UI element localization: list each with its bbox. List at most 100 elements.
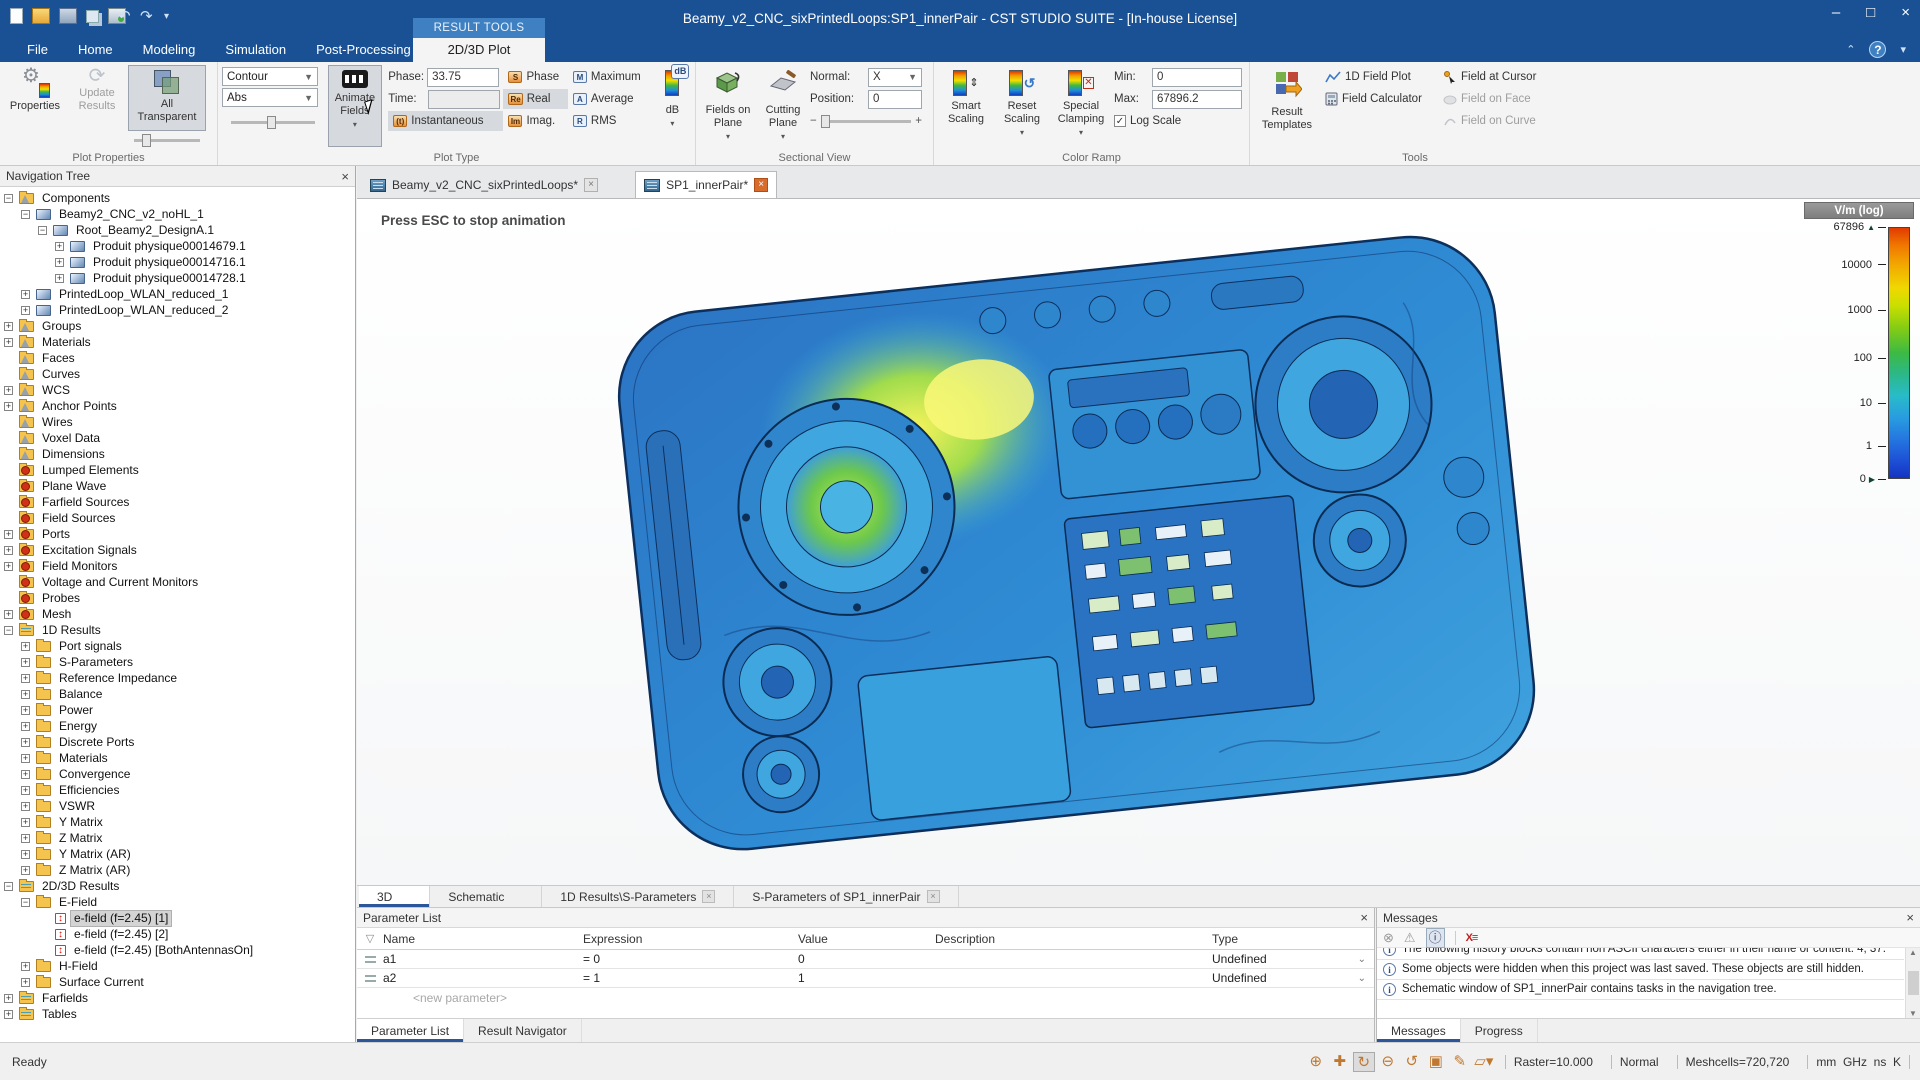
tree-item[interactable]: + Power: [0, 702, 355, 718]
restore[interactable]: □: [1866, 4, 1875, 21]
spin-icon[interactable]: ↺: [1401, 1052, 1423, 1072]
column-header-name[interactable]: Name: [383, 932, 583, 946]
tree-item[interactable]: + Ports: [0, 526, 355, 542]
tree-expander[interactable]: +: [21, 866, 30, 875]
view-tab[interactable]: S-Parameters of SP1_innerPair ×: [734, 886, 958, 907]
column-header-description[interactable]: Description: [935, 932, 1212, 946]
tree-expander[interactable]: +: [55, 274, 64, 283]
tree-item[interactable]: Dimensions: [0, 446, 355, 462]
filter-warnings-icon[interactable]: ⚠: [1404, 929, 1416, 947]
tree-item[interactable]: + H-Field: [0, 958, 355, 974]
scroll-up-icon[interactable]: ▲: [1909, 948, 1917, 957]
tree-item[interactable]: + VSWR: [0, 798, 355, 814]
tree-expander[interactable]: +: [21, 786, 30, 795]
imaginary-button[interactable]: ImImag.: [503, 111, 567, 131]
tree-expander[interactable]: +: [21, 754, 30, 763]
tree-expander[interactable]: +: [21, 770, 30, 779]
tree-expander[interactable]: −: [4, 626, 13, 635]
tree-expander[interactable]: −: [4, 882, 13, 891]
tree-item[interactable]: + PrintedLoop_WLAN_reduced_1: [0, 286, 355, 302]
fields-on-plane-button[interactable]: Fields on Plane ▾: [700, 65, 756, 147]
1d-field-plot-button[interactable]: 1D Field Plot: [1320, 67, 1438, 87]
filter-errors-icon[interactable]: ⊗: [1383, 929, 1394, 947]
filter-icon[interactable]: ▽: [357, 932, 383, 945]
help-dropdown-icon[interactable]: ▾: [1900, 43, 1906, 56]
parameter-expression[interactable]: = 0: [583, 952, 798, 966]
tree-item[interactable]: + Surface Current: [0, 974, 355, 990]
tree-expander[interactable]: +: [4, 610, 13, 619]
tree-expander[interactable]: −: [4, 194, 13, 203]
close-icon[interactable]: ×: [1906, 910, 1914, 925]
average-button[interactable]: AAverage: [568, 89, 654, 109]
close-icon[interactable]: ×: [341, 169, 349, 184]
filter-info-icon[interactable]: ⓘ: [1426, 928, 1445, 948]
tree-expander[interactable]: +: [21, 978, 30, 987]
tree-item[interactable]: − Beamy2_CNC_v2_noHL_1: [0, 206, 355, 222]
min-input[interactable]: 0: [1152, 68, 1242, 87]
tree-expander[interactable]: +: [4, 402, 13, 411]
plot-density-slider[interactable]: [231, 115, 315, 129]
time-input[interactable]: [428, 90, 500, 109]
rms-button[interactable]: RRMS: [568, 111, 654, 131]
reset-scaling-button[interactable]: ↺ Reset Scaling ▾: [994, 65, 1050, 147]
tree-item[interactable]: + Energy: [0, 718, 355, 734]
tree-item[interactable]: Probes: [0, 590, 355, 606]
tree-item[interactable]: Voxel Data: [0, 430, 355, 446]
tree-item[interactable]: + Anchor Points: [0, 398, 355, 414]
tree-expander[interactable]: +: [4, 546, 13, 555]
export-messages-icon[interactable]: X≡: [1466, 932, 1478, 944]
tree-item[interactable]: + Groups: [0, 318, 355, 334]
max-input[interactable]: 67896.2: [1152, 90, 1242, 109]
tree-item[interactable]: Curves: [0, 366, 355, 382]
tree-item[interactable]: Voltage and Current Monitors: [0, 574, 355, 590]
tree-item[interactable]: + Balance: [0, 686, 355, 702]
tree-item[interactable]: + Z Matrix: [0, 830, 355, 846]
tree-expander[interactable]: +: [4, 338, 13, 347]
tree-expander[interactable]: +: [21, 290, 30, 299]
phase-button[interactable]: SPhase: [503, 67, 567, 87]
smart-scaling-button[interactable]: ⇕ Smart Scaling: [938, 65, 994, 147]
tree-expander[interactable]: +: [4, 386, 13, 395]
tree-expander[interactable]: +: [21, 818, 30, 827]
plot-mode-select[interactable]: Contour▼: [222, 67, 318, 86]
tree-item[interactable]: + Produit physique00014716.1: [0, 254, 355, 270]
result-templates-button[interactable]: Result Templates: [1254, 65, 1320, 147]
tree-item[interactable]: + Y Matrix: [0, 814, 355, 830]
tree-item[interactable]: + Efficiencies: [0, 782, 355, 798]
tree-expander[interactable]: +: [21, 834, 30, 843]
position-minus-button[interactable]: −: [810, 115, 817, 127]
plot-component-select[interactable]: Abs▼: [222, 88, 318, 107]
field-calculator-button[interactable]: Field Calculator: [1320, 89, 1438, 109]
tree-item[interactable]: Wires: [0, 414, 355, 430]
scroll-down-icon[interactable]: ▼: [1909, 1009, 1917, 1018]
panel-tab[interactable]: Messages: [1377, 1019, 1461, 1042]
tree-expander[interactable]: +: [21, 658, 30, 667]
parameter-row[interactable]: a1 = 0 0 Undefined⌄: [357, 950, 1374, 969]
tree-item[interactable]: + Farfields: [0, 990, 355, 1006]
maximum-button[interactable]: MMaximum: [568, 67, 654, 87]
legend-title[interactable]: V/m (log): [1804, 202, 1914, 219]
status-render-mode[interactable]: Normal: [1611, 1055, 1667, 1069]
tree-item[interactable]: − E-Field: [0, 894, 355, 910]
tree-item[interactable]: Farfield Sources: [0, 494, 355, 510]
tree-expander[interactable]: −: [21, 210, 30, 219]
tree-item[interactable]: + Convergence: [0, 766, 355, 782]
collapse-ribbon-icon[interactable]: ⌃: [1846, 43, 1855, 56]
position-slider[interactable]: [821, 114, 912, 128]
menu-item[interactable]: File: [12, 38, 63, 62]
tree-expander[interactable]: −: [38, 226, 47, 235]
tree-item[interactable]: − 1D Results: [0, 622, 355, 638]
tree-item[interactable]: + Port signals: [0, 638, 355, 654]
chevron-down-icon[interactable]: ⌄: [1358, 973, 1366, 984]
tree-item[interactable]: e-field (f=2.45) [1]: [0, 910, 355, 926]
close-tab-icon[interactable]: ×: [702, 890, 715, 903]
tree-item[interactable]: + Discrete Ports: [0, 734, 355, 750]
log-scale-checkbox[interactable]: ✓Log Scale: [1114, 111, 1242, 131]
menu-item[interactable]: Post-Processing: [301, 38, 426, 62]
axes-cube-icon[interactable]: ▱▾: [1473, 1052, 1495, 1072]
parameter-name[interactable]: a1: [383, 952, 583, 966]
tree-item[interactable]: + Z Matrix (AR): [0, 862, 355, 878]
cutting-plane-button[interactable]: Cutting Plane ▾: [756, 65, 810, 147]
status-units[interactable]: mm GHz ns K: [1807, 1055, 1910, 1069]
document-tab[interactable]: SP1_innerPair* ×: [635, 171, 777, 198]
